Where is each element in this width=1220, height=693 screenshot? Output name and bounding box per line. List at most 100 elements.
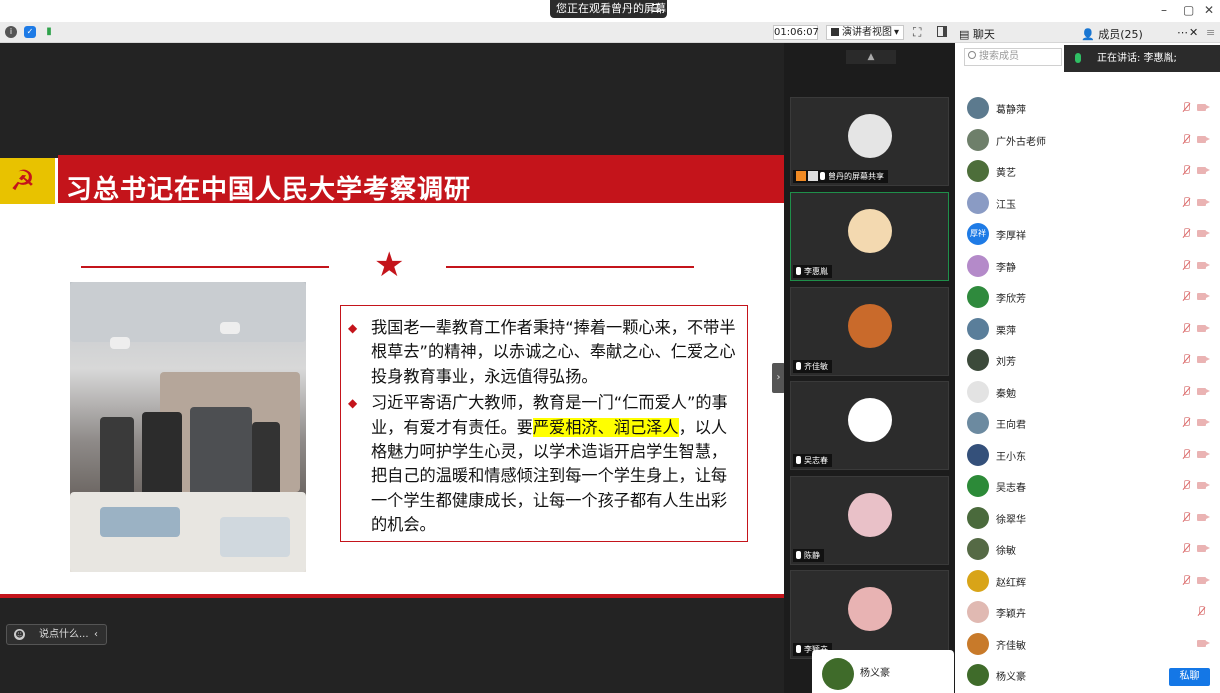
member-row[interactable]: 王小东 xyxy=(955,440,1220,471)
camera-off-icon[interactable] xyxy=(1197,104,1210,111)
camera-off-icon[interactable] xyxy=(1197,324,1210,332)
mic-off-icon[interactable] xyxy=(1182,102,1190,113)
video-tile[interactable]: 齐佳敏 xyxy=(790,287,949,376)
camera-off-icon[interactable] xyxy=(1197,167,1210,174)
signal-icon[interactable]: ▮ xyxy=(43,26,55,38)
member-row[interactable]: 广外古老师 xyxy=(955,125,1220,156)
camera-off-icon[interactable] xyxy=(1197,135,1210,143)
chevron-left-icon[interactable]: ‹ xyxy=(94,625,98,644)
member-row[interactable]: 齐佳敏 xyxy=(955,629,1220,660)
member-row[interactable]: 秦勉 xyxy=(955,377,1220,408)
avatar xyxy=(848,114,892,158)
divider-right xyxy=(446,266,694,268)
minimize-button[interactable]: – xyxy=(1161,3,1167,17)
presenter-view-dropdown[interactable]: 演讲者视图 ▾ xyxy=(826,25,904,40)
camera-off-icon[interactable] xyxy=(1197,482,1210,489)
video-tile[interactable]: 曾丹的屏幕共享 xyxy=(790,97,949,186)
mic-off-icon[interactable] xyxy=(1182,196,1190,208)
presenter-view-icon xyxy=(831,28,839,36)
member-name: 齐佳敏 xyxy=(996,640,1026,652)
member-row[interactable]: 葛静萍 xyxy=(955,93,1220,124)
mic-off-icon[interactable] xyxy=(1182,574,1190,586)
tab-members-label: 成员(25) xyxy=(1098,28,1143,41)
member-name: 黄艺 xyxy=(996,168,1016,179)
screen-share-icon xyxy=(808,171,818,181)
mic-off-icon[interactable] xyxy=(1182,448,1190,460)
member-row[interactable]: 吴志春 xyxy=(955,471,1220,502)
mic-off-icon[interactable] xyxy=(1182,259,1190,271)
member-row[interactable]: 江玉 xyxy=(955,188,1220,219)
video-tile-label: 李惠胤 xyxy=(793,265,832,278)
camera-off-icon[interactable] xyxy=(1197,545,1210,552)
camera-off-icon[interactable] xyxy=(1197,293,1210,300)
mic-off-icon[interactable] xyxy=(1182,228,1190,239)
scroll-up-icon[interactable]: ▲ xyxy=(846,50,896,64)
video-tile[interactable]: 陈静 xyxy=(790,476,949,565)
close-panel-button[interactable]: ✕ xyxy=(1189,26,1198,39)
tab-members[interactable]: 👤 成员(25) xyxy=(1081,26,1143,42)
camera-off-icon[interactable] xyxy=(1197,576,1210,584)
mic-off-icon[interactable] xyxy=(1182,291,1190,302)
member-row[interactable]: 李颖卉 xyxy=(955,597,1220,628)
avatar xyxy=(967,191,989,214)
share-banner: 您正在观看曾丹的屏幕 ☰ xyxy=(550,0,667,18)
member-row[interactable]: 赵红辉 xyxy=(955,566,1220,597)
menu-icon[interactable]: ≡ xyxy=(1206,26,1215,39)
member-row[interactable]: 栗萍 xyxy=(955,314,1220,345)
member-row[interactable]: 刘芳 xyxy=(955,345,1220,376)
member-row[interactable]: 黄艺 xyxy=(955,156,1220,187)
camera-off-icon[interactable] xyxy=(1197,387,1210,395)
private-chat-button[interactable]: 私聊 xyxy=(1169,668,1210,686)
video-tile[interactable]: 李颖卉 xyxy=(790,570,949,659)
layout-toggle-icon[interactable] xyxy=(937,26,947,37)
avatar xyxy=(967,412,989,434)
camera-off-icon[interactable] xyxy=(1197,230,1210,237)
fullscreen-icon[interactable]: ⛶ xyxy=(913,25,921,40)
close-window-button[interactable]: ✕ xyxy=(1204,3,1214,17)
info-icon[interactable]: i xyxy=(5,26,17,38)
camera-off-icon[interactable] xyxy=(1197,639,1210,647)
chat-input[interactable]: ☻ 说点什么... ‹ xyxy=(6,624,107,645)
floating-video-card[interactable]: 杨义豪 xyxy=(812,650,954,693)
mic-off-icon[interactable] xyxy=(1182,133,1190,145)
divider-left xyxy=(81,266,329,268)
title-bar: 您正在观看曾丹的屏幕 ☰ – ▢ ✕ xyxy=(0,0,1220,22)
mic-off-icon[interactable] xyxy=(1197,606,1205,617)
share-menu-icon[interactable]: ☰ xyxy=(651,0,661,18)
mic-off-icon[interactable] xyxy=(1182,322,1190,334)
shield-icon[interactable]: ✓ xyxy=(24,26,36,38)
member-row[interactable]: 李欣芳 xyxy=(955,282,1220,313)
member-row[interactable]: 徐翠华 xyxy=(955,503,1220,534)
search-icon xyxy=(968,51,976,59)
member-row[interactable]: 王向君 xyxy=(955,408,1220,439)
avatar xyxy=(967,380,989,403)
member-name: 秦勉 xyxy=(996,388,1016,400)
camera-off-icon[interactable] xyxy=(1197,198,1210,206)
restore-button[interactable]: ▢ xyxy=(1183,3,1194,17)
mic-off-icon[interactable] xyxy=(1182,480,1190,491)
camera-off-icon[interactable] xyxy=(1197,261,1210,269)
camera-off-icon[interactable] xyxy=(1197,450,1210,458)
avatar xyxy=(967,254,989,277)
mic-off-icon[interactable] xyxy=(1182,385,1190,397)
mic-off-icon[interactable] xyxy=(1182,511,1190,523)
member-row[interactable]: 李静 xyxy=(955,251,1220,282)
member-row[interactable]: 徐敏 xyxy=(955,534,1220,565)
mic-off-icon[interactable] xyxy=(1182,417,1190,428)
emoji-icon[interactable]: ☻ xyxy=(14,629,25,640)
member-name: 栗萍 xyxy=(996,325,1016,337)
camera-off-icon[interactable] xyxy=(1197,419,1210,426)
video-tile[interactable]: 李惠胤 xyxy=(790,192,949,281)
avatar xyxy=(967,160,989,182)
member-row[interactable]: 厚祥 李厚祥 xyxy=(955,219,1220,250)
camera-off-icon[interactable] xyxy=(1197,356,1210,363)
more-icon[interactable]: ⋯ xyxy=(1177,26,1188,39)
video-tile[interactable]: 吴志春 xyxy=(790,381,949,470)
member-name: 赵红辉 xyxy=(996,577,1026,589)
camera-off-icon[interactable] xyxy=(1197,513,1210,521)
tab-chat[interactable]: ▤ 聊天 xyxy=(959,26,995,42)
mic-off-icon[interactable] xyxy=(1182,543,1190,554)
mic-off-icon[interactable] xyxy=(1182,165,1190,176)
search-members-input[interactable]: 搜索成员 xyxy=(964,48,1062,66)
mic-off-icon[interactable] xyxy=(1182,354,1190,365)
